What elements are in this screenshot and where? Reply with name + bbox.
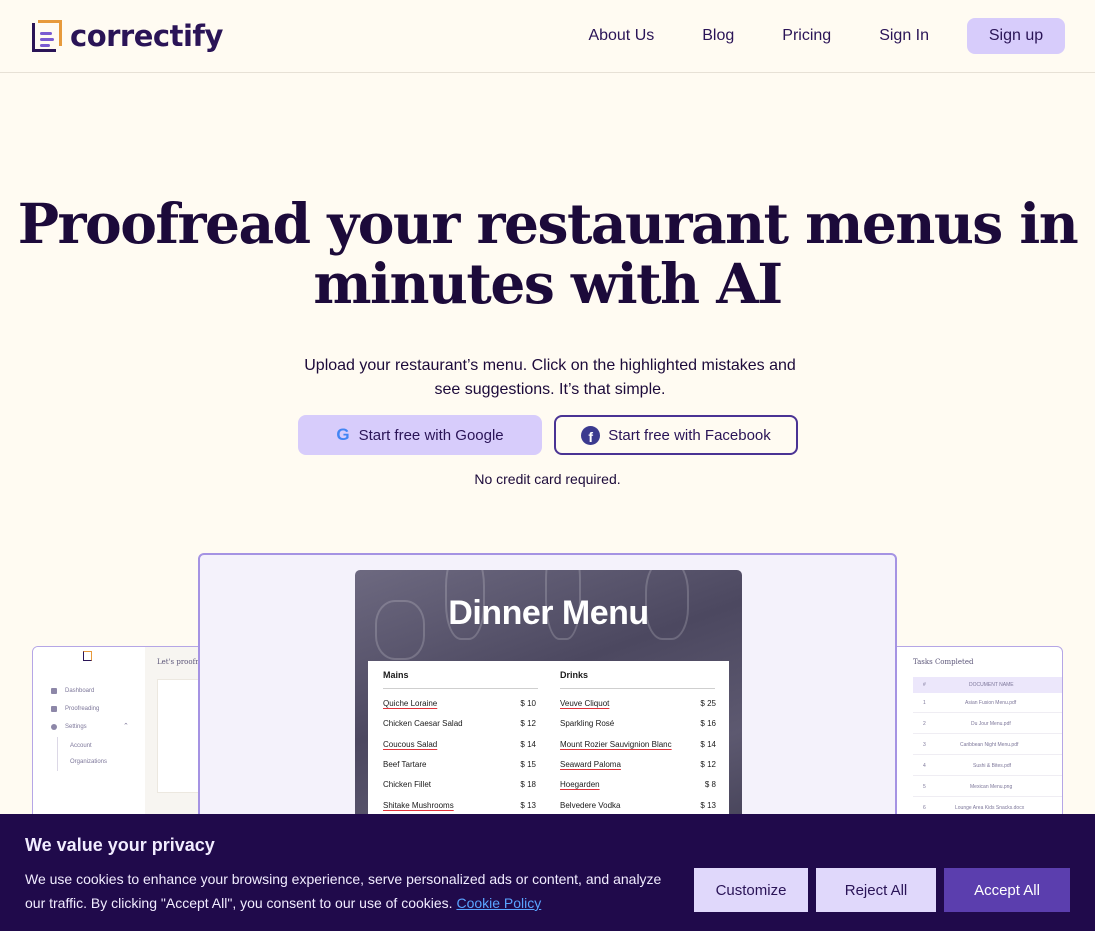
row-number: 5 [923, 784, 926, 790]
preview-account-item: Account [70, 743, 92, 749]
table-row: 5 Mexican Menu.png [913, 777, 1062, 797]
dashboard-icon [51, 688, 57, 694]
menu-item: Belvedere Vodka [560, 801, 621, 810]
cookie-banner: We value your privacy We use cookies to … [0, 814, 1095, 931]
brand-logo[interactable]: correctify [32, 18, 223, 54]
nav-signin-link[interactable]: Sign In [879, 27, 929, 45]
tasks-title: Tasks Completed [913, 658, 974, 666]
google-icon: G [336, 425, 350, 444]
row-document-name: Lounge Area Kids Snacks.docx [955, 805, 1025, 811]
cookie-policy-link[interactable]: Cookie Policy [456, 895, 541, 911]
nav-blog-link[interactable]: Blog [702, 27, 734, 45]
google-signup-button[interactable]: G Start free with Google [298, 415, 542, 455]
mains-heading: Mains [383, 670, 409, 680]
menu-price: $ 8 [704, 780, 716, 789]
main-nav: About Us Blog Pricing Sign In Sign up [588, 18, 1065, 54]
menu-price: $ 13 [520, 801, 536, 810]
menu-price: $ 25 [700, 699, 716, 708]
hero-subtitle-line2: see suggestions. It’s that simple. [434, 381, 666, 398]
table-row: 3 Caribbean Night Menu.pdf [913, 735, 1062, 755]
menu-item: Sparkling Rosé [560, 719, 615, 728]
menu-price: $ 12 [520, 719, 536, 728]
hero-subtitle: Upload your restaurant’s menu. Click on … [280, 354, 820, 402]
hero-title-line2: minutes with AI [313, 251, 783, 316]
tasks-col-number: # [923, 682, 926, 688]
row-document-name: Du Jour Menu.pdf [971, 721, 1011, 727]
menu-item: Chicken Fillet [383, 780, 432, 789]
cookie-title: We value your privacy [25, 835, 215, 855]
hero-title-line1: Proofread your restaurant menus in [17, 191, 1079, 256]
menu-title: Dinner Menu [448, 594, 649, 632]
table-row: 1 Asian Fusion Menu.pdf [913, 693, 1062, 713]
preview-organizations-item: Organizations [70, 759, 108, 765]
menu-price: $ 14 [520, 740, 536, 749]
menu-price: $ 16 [700, 719, 716, 728]
menu-price: $ 15 [520, 760, 536, 769]
customize-button[interactable]: Customize [694, 868, 808, 912]
hero-subtitle-line1: Upload your restaurant’s menu. Click on … [304, 357, 796, 374]
logo-icon [32, 20, 62, 52]
cookie-text: We use cookies to enhance your browsing … [25, 867, 665, 915]
preview-settings-item: Settings [65, 724, 87, 730]
menu-item-error[interactable]: Shitake Mushrooms [383, 801, 454, 810]
google-button-label: Start free with Google [358, 426, 504, 444]
proofread-preview: Dinner Menu Mains Drinks Quiche Loraine … [198, 553, 897, 853]
brand-name: correctify [70, 19, 223, 53]
facebook-button-label: Start free with Facebook [608, 426, 771, 444]
row-document-name: Sushi & Bites.pdf [973, 763, 1012, 769]
proofreading-icon [51, 706, 57, 712]
row-number: 6 [923, 805, 926, 811]
table-row: 2 Du Jour Menu.pdf [913, 714, 1062, 734]
preview-greeting: Let's proofre [157, 658, 203, 666]
row-number: 4 [923, 763, 926, 769]
chevron-up-icon: ⌃ [123, 723, 129, 730]
tasks-table-header: # DOCUMENT NAME [913, 677, 1062, 693]
menu-item-error[interactable]: Coucous Salad [383, 740, 437, 749]
accept-all-button[interactable]: Accept All [944, 868, 1070, 912]
tasks-col-document: DOCUMENT NAME [969, 682, 1014, 688]
nav-about-link[interactable]: About Us [588, 27, 654, 45]
menu-item-error[interactable]: Hoegarden [560, 780, 600, 789]
preview-dashboard-item: Dashboard [65, 688, 95, 694]
drinks-heading: Drinks [560, 670, 589, 680]
table-row: 4 Sushi & Bites.pdf [913, 756, 1062, 776]
reject-all-button[interactable]: Reject All [816, 868, 936, 912]
menu-price: $ 10 [520, 699, 536, 708]
preview-proofreading-item: Proofreading [65, 706, 100, 712]
menu-item: Beef Tartare [383, 760, 427, 769]
nav-pricing-link[interactable]: Pricing [782, 27, 831, 45]
menu-item-error[interactable]: Veuve Cliquot [560, 699, 609, 708]
menu-price: $ 18 [520, 780, 536, 789]
row-number: 2 [923, 721, 926, 727]
facebook-signup-button[interactable]: f Start free with Facebook [554, 415, 798, 455]
signup-button[interactable]: Sign up [967, 18, 1065, 54]
cookie-description: We use cookies to enhance your browsing … [25, 871, 662, 911]
menu-price: $ 13 [700, 801, 716, 810]
settings-icon [51, 724, 57, 730]
row-document-name: Asian Fusion Menu.pdf [965, 700, 1017, 706]
mini-logo-icon [83, 651, 92, 661]
row-number: 1 [923, 700, 926, 706]
menu-item-error[interactable]: Mount Rozier Sauvignion Blanc [560, 740, 672, 749]
no-credit-card-note: No credit card required. [474, 471, 621, 487]
menu-price: $ 14 [700, 740, 716, 749]
menu-item-error[interactable]: Seaward Paloma [560, 760, 621, 769]
menu-item: Chicken Caesar Salad [383, 719, 463, 728]
hero-title: Proofread your restaurant menus in minut… [0, 194, 1095, 314]
facebook-icon: f [581, 425, 601, 445]
menu-price: $ 12 [700, 760, 716, 769]
menu-document: Dinner Menu Mains Drinks Quiche Loraine … [355, 570, 742, 851]
site-header: correctify About Us Blog Pricing Sign In… [0, 0, 1095, 73]
row-number: 3 [923, 742, 926, 748]
row-document-name: Mexican Menu.png [970, 784, 1013, 790]
menu-item-error[interactable]: Quiche Loraine [383, 699, 437, 708]
row-document-name: Caribbean Night Menu.pdf [960, 742, 1019, 748]
